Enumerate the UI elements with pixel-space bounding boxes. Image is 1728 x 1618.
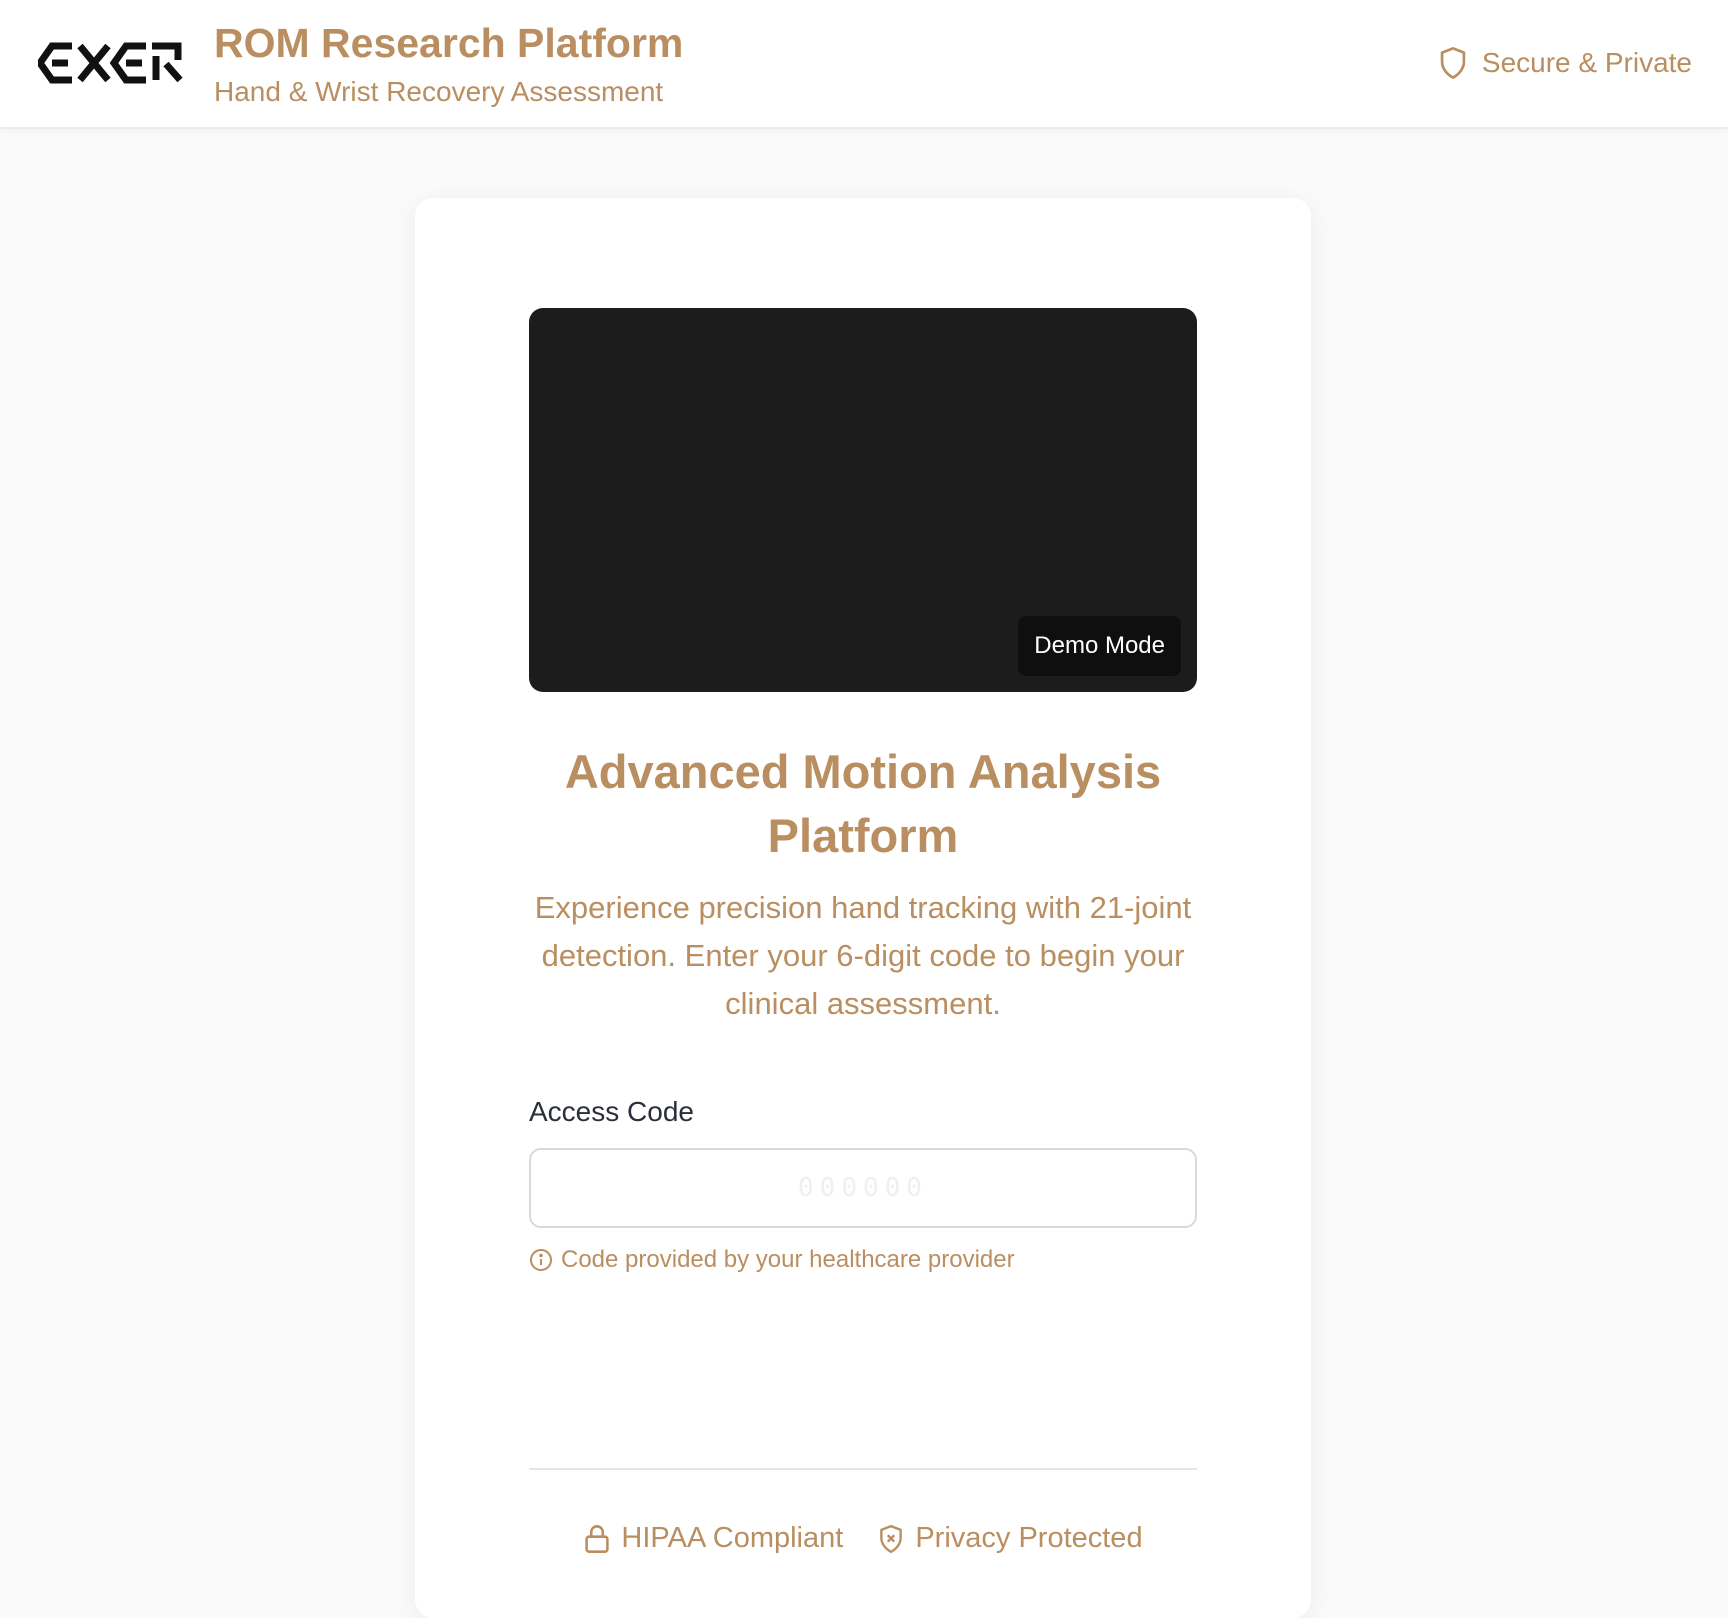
exer-logo xyxy=(38,42,183,84)
app-header: ROM Research Platform Hand & Wrist Recov… xyxy=(0,0,1728,129)
access-code-hint: Code provided by your healthcare provide… xyxy=(529,1246,1015,1274)
intro-description: Experience precision hand tracking with … xyxy=(534,890,1192,1021)
shield-x-icon xyxy=(880,1524,903,1553)
app-title: ROM Research Platform xyxy=(214,20,684,66)
access-code-label: Access Code xyxy=(529,1096,694,1127)
app-subtitle: Hand & Wrist Recovery Assessment xyxy=(214,76,664,107)
security-indicator: Secure & Private xyxy=(1438,46,1692,80)
security-label: Secure & Private xyxy=(1481,47,1692,78)
compliance-badges: HIPAA Compliant Privacy Protected xyxy=(529,1522,1197,1555)
access-code-input[interactable] xyxy=(529,1148,1197,1228)
privacy-badge: Privacy Protected xyxy=(877,1522,1143,1555)
hipaa-label: HIPAA Compliant xyxy=(621,1522,844,1554)
footer-divider xyxy=(529,1468,1197,1470)
camera-preview: Demo Mode xyxy=(529,308,1197,692)
info-icon xyxy=(530,1249,552,1271)
lock-icon xyxy=(585,1524,610,1553)
shield-icon xyxy=(1440,47,1466,79)
demo-mode-badge: Demo Mode xyxy=(1018,616,1181,676)
page-title: Advanced Motion Analysis Platform xyxy=(564,745,1162,862)
hipaa-badge: HIPAA Compliant xyxy=(583,1522,843,1555)
privacy-label: Privacy Protected xyxy=(915,1522,1143,1554)
access-code-hint-text: Code provided by your healthcare provide… xyxy=(561,1246,1015,1273)
